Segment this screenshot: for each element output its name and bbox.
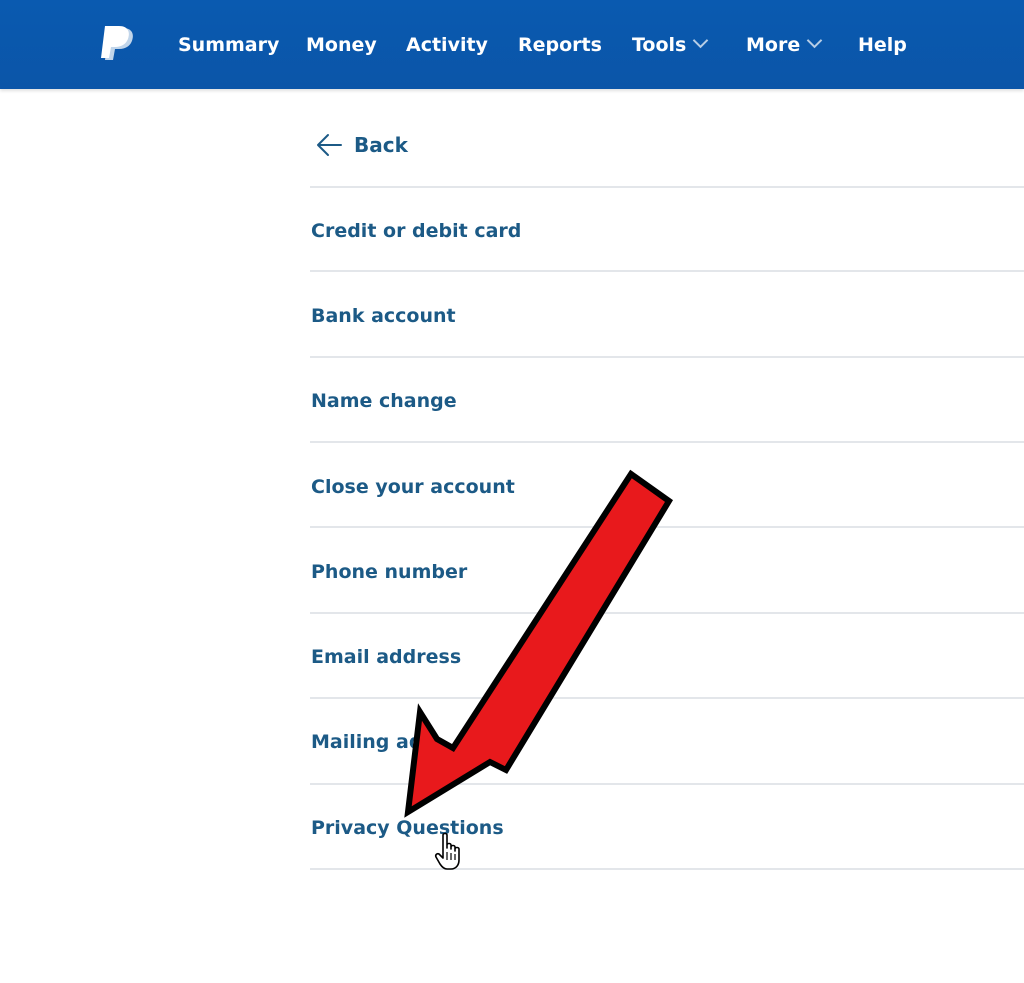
nav-activity-label: Activity	[406, 34, 488, 56]
nav-summary-label: Summary	[178, 34, 280, 56]
divider	[310, 868, 1024, 870]
divider	[310, 526, 1024, 528]
nav-help[interactable]: Help	[858, 30, 907, 60]
paypal-logo-icon[interactable]	[100, 26, 136, 64]
nav-tools[interactable]: Tools	[632, 30, 709, 60]
menu-item-mailing-address[interactable]: Mailing ad	[311, 722, 422, 762]
divider	[310, 270, 1024, 272]
menu-item-phone-number[interactable]: Phone number	[311, 552, 467, 592]
top-navigation-bar: Summary Money Activity Reports Tools Mor…	[0, 0, 1024, 89]
menu-item-privacy-questions[interactable]: Privacy Questions	[311, 808, 504, 848]
arrow-left-icon	[317, 134, 342, 156]
nav-more[interactable]: More	[746, 30, 823, 60]
menu-item-close-your-account[interactable]: Close your account	[311, 467, 515, 507]
back-label: Back	[354, 133, 408, 157]
nav-reports-label: Reports	[518, 34, 602, 56]
menu-item-credit-or-debit-card[interactable]: Credit or debit card	[311, 211, 521, 251]
divider	[310, 186, 1024, 188]
divider	[310, 697, 1024, 699]
chevron-down-icon	[693, 32, 709, 49]
divider	[310, 441, 1024, 443]
nav-activity[interactable]: Activity	[406, 30, 488, 60]
nav-help-label: Help	[858, 34, 907, 56]
nav-money-label: Money	[306, 34, 377, 56]
nav-more-label: More	[746, 34, 801, 56]
divider	[310, 783, 1024, 785]
hand-pointer-cursor-icon	[434, 832, 460, 870]
divider	[310, 356, 1024, 358]
nav-money[interactable]: Money	[306, 30, 377, 60]
menu-item-bank-account[interactable]: Bank account	[311, 296, 456, 336]
menu-item-name-change[interactable]: Name change	[311, 381, 457, 421]
nav-tools-label: Tools	[632, 34, 687, 56]
chevron-down-icon	[806, 32, 823, 49]
nav-reports[interactable]: Reports	[518, 30, 602, 60]
divider	[310, 612, 1024, 614]
menu-item-email-address[interactable]: Email address	[311, 637, 461, 677]
nav-summary[interactable]: Summary	[178, 30, 279, 60]
